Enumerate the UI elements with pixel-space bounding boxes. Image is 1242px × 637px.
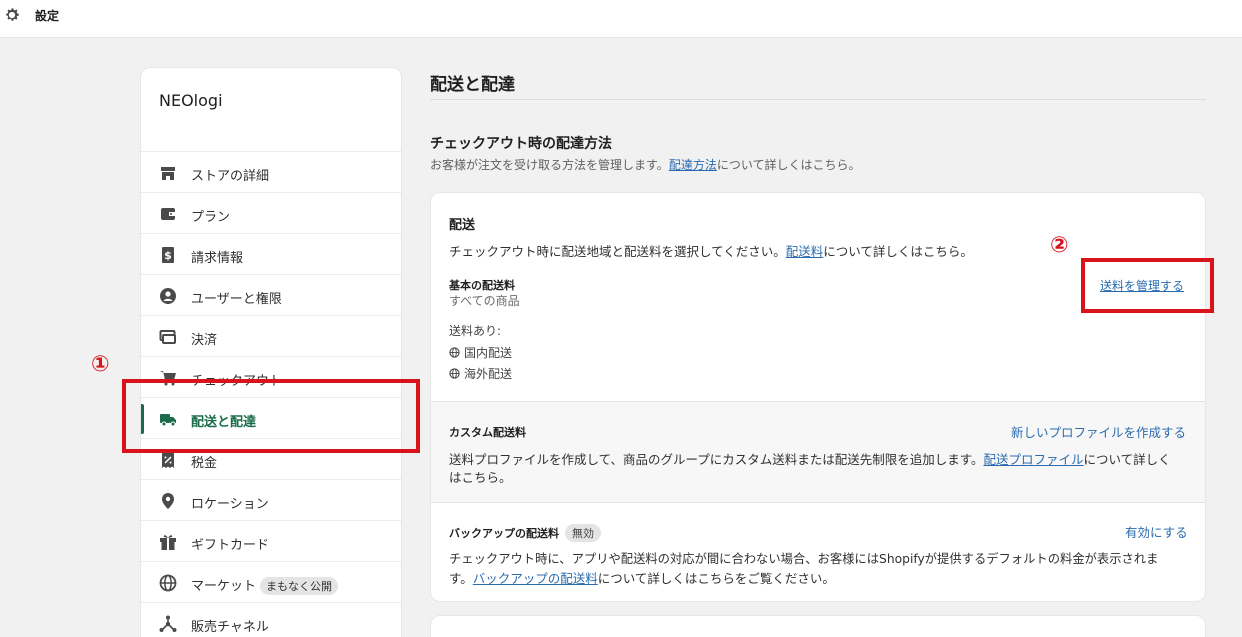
sidebar-item-label: ギフトカード: [191, 538, 270, 553]
zone-label: 国内配送: [464, 346, 513, 360]
store-icon: [161, 167, 175, 180]
receipt-icon: [162, 452, 174, 468]
sidebar-item-label: マーケット まもなく公開: [191, 575, 339, 595]
sidebar-item-label: 税金: [191, 456, 218, 471]
backup-rates-link[interactable]: バックアップの配送料: [473, 571, 598, 586]
desc-text: す。: [449, 571, 473, 586]
zone-domestic: 国内配送: [449, 344, 512, 361]
payment-icon: [159, 330, 176, 344]
divider: [430, 99, 1206, 100]
shipping-profiles-link[interactable]: 配送プロファイル: [984, 452, 1084, 467]
status-badge: 無効: [565, 524, 601, 542]
zone-international: 海外配送: [449, 365, 512, 382]
next-card: [430, 615, 1206, 637]
desc-text: チェックアウト時に配送地域と配送料を選択してください。: [449, 244, 786, 259]
custom-rates-description: 送料プロファイルを作成して、商品のグループにカスタム送料または配送先制限を追加し…: [449, 449, 1171, 468]
desc-text: について詳しくはこちら。: [716, 158, 861, 172]
sidebar-item-payments[interactable]: 決済: [141, 315, 401, 356]
sidebar-item-label: ロケーション: [191, 497, 269, 512]
custom-rates-title: カスタム配送料: [449, 426, 526, 439]
shipping-description: チェックアウト時に配送地域と配送料を選択してください。配送料について詳しくはこち…: [449, 241, 973, 260]
sidebar-item-label: 決済: [191, 333, 218, 348]
sidebar-item-label: ユーザーと権限: [191, 292, 282, 307]
backup-description: チェックアウト時に、アプリや配送料の対応が間に合わない場合、お客様にはShopi…: [449, 552, 1159, 566]
user-icon: [160, 288, 176, 304]
markets-label: マーケット: [191, 579, 257, 594]
delivery-methods-title: チェックアウト時の配達方法: [430, 136, 612, 152]
top-bar: 設定: [0, 0, 1242, 38]
zone-label: 海外配送: [464, 367, 513, 381]
base-rate-title: 基本の配送料: [449, 279, 515, 292]
create-profile-link[interactable]: 新しいプロファイルを作成する: [1011, 422, 1186, 441]
sidebar-item-sales-channels[interactable]: 販売チャネル: [141, 602, 401, 637]
svg-text:$: $: [164, 249, 172, 262]
wallet-icon: [161, 208, 175, 220]
desc-text: について詳しくはこちら。: [823, 244, 973, 259]
gift-icon: [160, 535, 176, 550]
sidebar-item-label: プラン: [191, 210, 231, 225]
store-name: NEOlogi: [159, 91, 223, 110]
globe-icon: [449, 347, 460, 358]
annotation-marker-2: ②: [1050, 233, 1069, 258]
sidebar-item-label: 販売チャネル: [191, 620, 269, 635]
settings-sidebar: NEOlogi ストアの詳細 プラン $ 請求情報 ユーザーと権限 決済 チェッ…: [140, 67, 402, 637]
globe-icon: [159, 574, 177, 592]
rates-label: 送料あり:: [449, 324, 502, 338]
channels-icon: [159, 615, 177, 632]
sidebar-item-label: 請求情報: [191, 251, 244, 266]
sidebar-item-gift-cards[interactable]: ギフトカード: [141, 520, 401, 561]
divider: [431, 502, 1205, 503]
backup-rates-title-text: バックアップの配送料: [449, 527, 559, 540]
desc-text: について詳しく: [1083, 452, 1171, 467]
sidebar-item-store-details[interactable]: ストアの詳細: [141, 151, 401, 192]
custom-rates-description-line2: はこちら。: [449, 470, 512, 485]
sidebar-item-markets[interactable]: マーケット まもなく公開: [141, 561, 401, 602]
sidebar-item-billing[interactable]: $ 請求情報: [141, 233, 401, 274]
desc-text: お客様が注文を受け取る方法を管理します。: [430, 158, 669, 172]
annotation-marker-1: ①: [91, 352, 110, 377]
section-heading: 配送と配達: [430, 75, 515, 95]
desc-text: 送料プロファイルを作成して、商品のグループにカスタム送料または配送先制限を追加し…: [449, 452, 984, 467]
desc-text: について詳しくはこちらをご覧ください。: [597, 571, 835, 586]
shipping-card: 配送 チェックアウト時に配送地域と配送料を選択してください。配送料について詳しく…: [430, 192, 1206, 602]
sidebar-item-label: ストアの詳細: [191, 169, 270, 184]
delivery-methods-link[interactable]: 配達方法: [669, 158, 717, 172]
shipping-rates-link[interactable]: 配送料: [786, 244, 824, 259]
base-rate-subtitle: すべての商品: [449, 294, 520, 308]
sidebar-item-users[interactable]: ユーザーと権限: [141, 274, 401, 315]
divider: [431, 401, 1205, 402]
dollar-icon: $: [162, 247, 174, 263]
delivery-methods-description: お客様が注文を受け取る方法を管理します。配達方法について詳しくはこちら。: [430, 156, 860, 173]
shipping-title: 配送: [449, 218, 476, 233]
page-title: 設定: [35, 9, 60, 23]
backup-rates-title: バックアップの配送料 無効: [449, 524, 601, 542]
globe-icon: [449, 368, 460, 379]
highlight-box-2: [1081, 258, 1214, 313]
location-icon: [162, 493, 174, 509]
sidebar-item-plan[interactable]: プラン: [141, 192, 401, 233]
coming-soon-badge: まもなく公開: [260, 577, 339, 595]
sidebar-item-locations[interactable]: ロケーション: [141, 479, 401, 520]
highlight-box-1: [122, 379, 420, 453]
backup-description-line2: す。バックアップの配送料について詳しくはこちらをご覧ください。: [449, 568, 835, 587]
gear-icon: [6, 8, 19, 21]
enable-backup-link[interactable]: 有効にする: [1125, 522, 1188, 541]
